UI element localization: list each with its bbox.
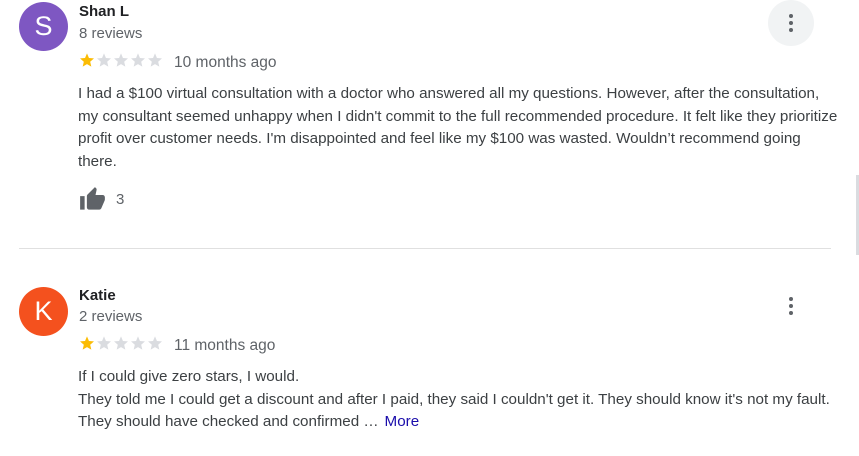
star-empty-icon [131,336,145,350]
reviews-panel: S Shan L 8 reviews 10 months ago I had a… [0,0,859,456]
star-empty-icon [148,336,162,350]
star-filled-icon [80,53,94,67]
review-menu-button[interactable] [768,0,814,46]
review-author-count: 8 reviews [79,25,143,42]
review-author-name[interactable]: Katie [79,287,116,304]
review-menu-button[interactable] [768,283,814,329]
review-time: 11 months ago [174,337,276,354]
star-empty-icon [148,53,162,67]
star-empty-icon [97,53,111,67]
star-empty-icon [131,53,145,67]
more-link[interactable]: More [385,413,420,430]
review-text-truncated: They told me I could get a discount and … [78,390,830,431]
review-author-name[interactable]: Shan L [79,3,129,20]
avatar[interactable]: S [19,2,68,51]
star-empty-icon [114,336,128,350]
star-rating [79,335,163,353]
avatar[interactable]: K [19,287,68,336]
review-text-line: If I could give zero stars, I would. [78,368,300,385]
review-text: If I could give zero stars, I would. The… [78,366,838,434]
review-text: I had a $100 virtual consultation with a… [78,85,838,170]
more-vert-icon [789,297,793,315]
star-rating [79,52,163,70]
review-card: K Katie 2 reviews 11 months ago If I cou… [0,283,859,456]
star-empty-icon [114,53,128,67]
review-card: S Shan L 8 reviews 10 months ago I had a… [0,0,859,248]
review-divider [19,248,831,249]
review-text-line: They told me I could get a discount and … [78,389,838,434]
review-time: 10 months ago [174,54,277,71]
star-filled-icon [80,336,94,350]
like-button[interactable]: 3 [78,186,124,213]
like-count: 3 [116,191,125,208]
more-vert-icon [789,14,793,32]
star-empty-icon [97,336,111,350]
review-author-count: 2 reviews [79,308,143,325]
thumb-up-icon [80,187,105,210]
